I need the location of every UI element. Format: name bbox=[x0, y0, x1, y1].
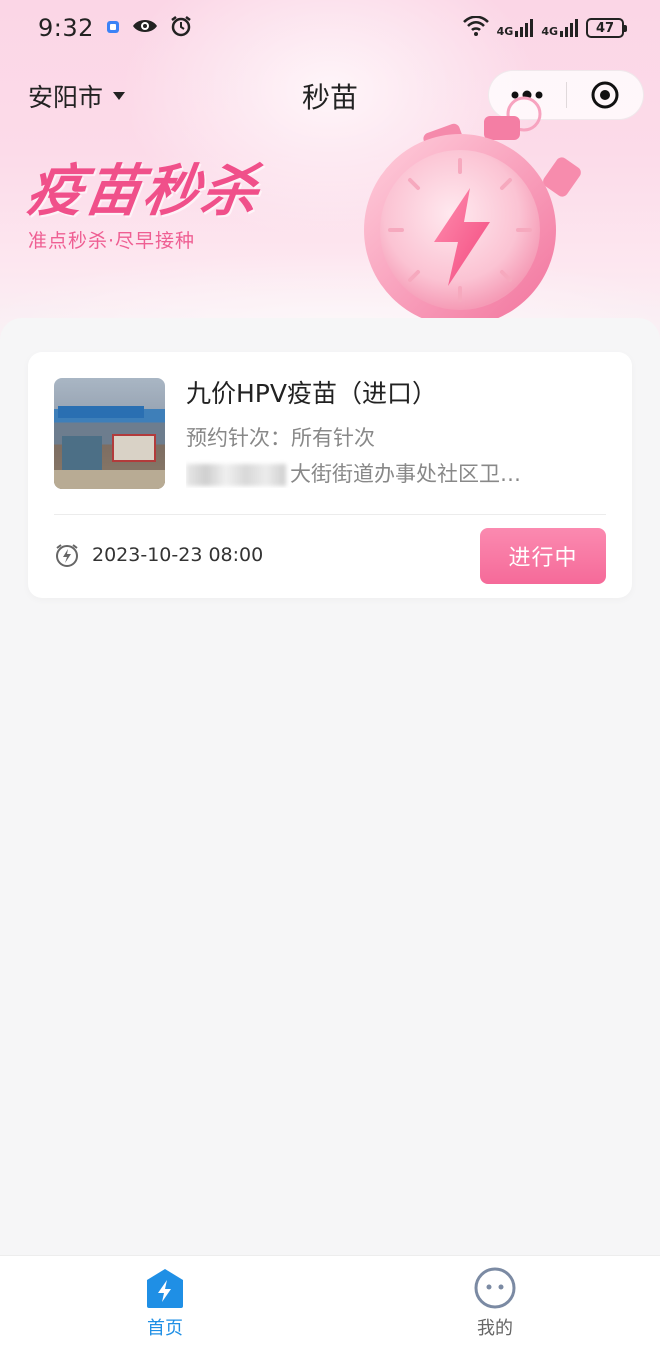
dose-value: 所有针次 bbox=[291, 426, 375, 450]
in-progress-button[interactable]: 进行中 bbox=[480, 528, 606, 584]
stopwatch-illustration bbox=[352, 96, 602, 326]
vaccine-card[interactable]: 九价HPV疫苗（进口） 预约针次：所有针次 大街街道办事处社区卫… 2023-1… bbox=[28, 352, 632, 598]
eye-icon bbox=[132, 18, 158, 38]
address-row: 大街街道办事处社区卫… bbox=[186, 458, 606, 488]
clinic-photo bbox=[54, 378, 165, 489]
signal-bars-icon bbox=[515, 19, 534, 37]
datetime-row: 2023-10-23 08:00 bbox=[54, 542, 263, 568]
home-lightning-icon bbox=[147, 1269, 183, 1308]
signal-1-label: 4G bbox=[496, 25, 514, 38]
banner-subtitle: 准点秒杀·尽早接种 bbox=[28, 230, 196, 252]
alarm-clock-icon bbox=[56, 544, 78, 567]
status-right: 4G 4G 47 bbox=[462, 15, 627, 40]
battery-indicator: 47 bbox=[586, 18, 627, 38]
tab-bar: 首页 我的 bbox=[0, 1255, 660, 1347]
profile-face-icon bbox=[474, 1267, 516, 1309]
alarm-icon bbox=[170, 15, 192, 41]
clinic-sign bbox=[58, 406, 144, 418]
seckill-datetime: 2023-10-23 08:00 bbox=[92, 544, 264, 566]
tab-me[interactable]: 我的 bbox=[435, 1266, 555, 1340]
dose-label: 预约针次： bbox=[186, 426, 291, 450]
dose-row: 预约针次：所有针次 bbox=[186, 422, 375, 452]
clinic-board bbox=[112, 434, 156, 462]
banner-title: 疫苗秒杀 bbox=[22, 159, 264, 224]
signal-2-label: 4G bbox=[541, 25, 558, 38]
tab-home-label: 首页 bbox=[147, 1318, 183, 1339]
cellular-signal-1: 4G bbox=[497, 19, 534, 37]
status-time: 9:32 bbox=[38, 14, 94, 42]
vaccine-title: 九价HPV疫苗（进口） bbox=[186, 379, 437, 408]
clinic-door bbox=[62, 436, 102, 470]
status-bar: 9:32 4G 4G 47 bbox=[0, 0, 660, 56]
address-text: 大街街道办事处社区卫… bbox=[290, 462, 521, 486]
tab-home[interactable]: 首页 bbox=[105, 1266, 225, 1340]
tab-me-label: 我的 bbox=[477, 1318, 513, 1339]
redacted-address bbox=[186, 464, 286, 486]
cellular-signal-2: 4G bbox=[541, 19, 578, 37]
clinic-steps bbox=[54, 470, 165, 489]
card-divider bbox=[54, 514, 606, 515]
signal-bars-icon bbox=[560, 19, 578, 37]
notification-app-icon bbox=[106, 19, 120, 38]
wifi-icon bbox=[462, 15, 489, 40]
status-left: 9:32 bbox=[38, 14, 192, 42]
